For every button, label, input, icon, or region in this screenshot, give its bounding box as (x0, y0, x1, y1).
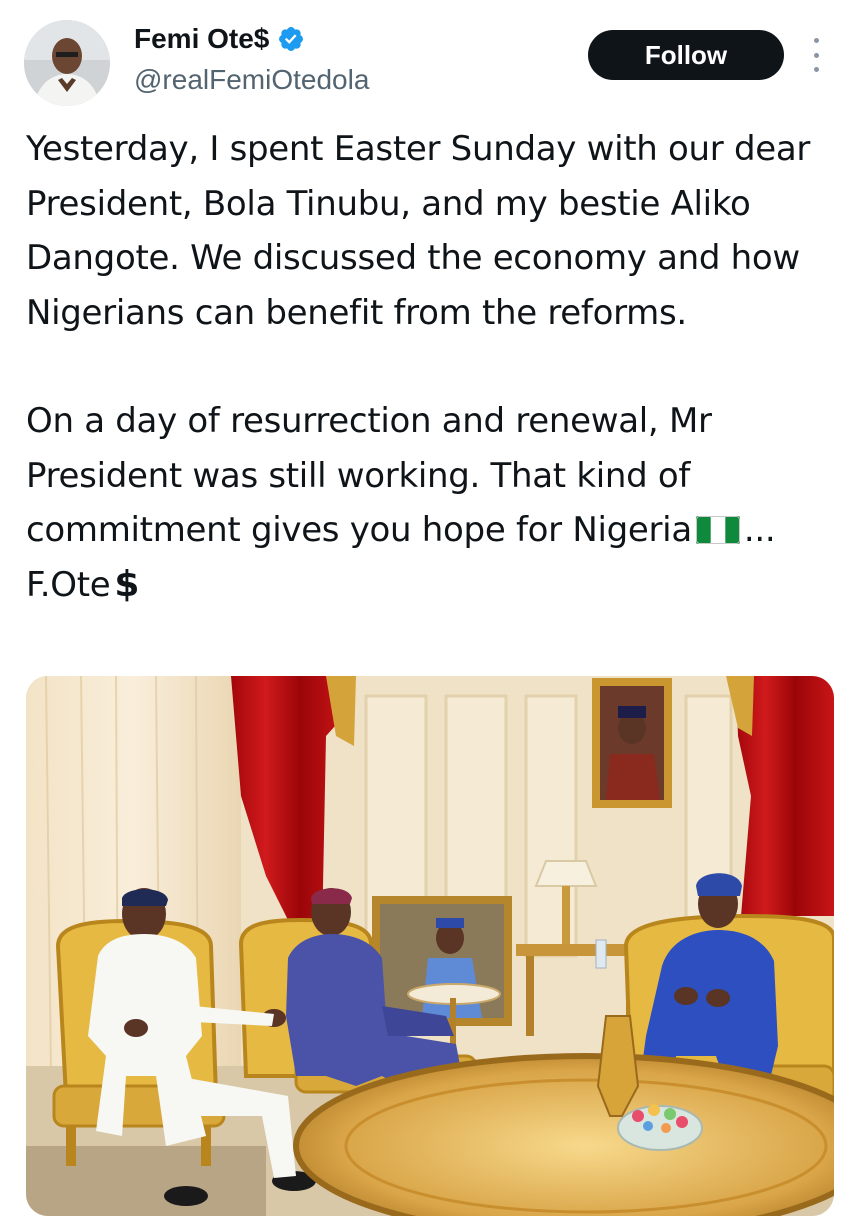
tweet-text: Yesterday, I spent Easter Sunday with ou… (26, 122, 826, 612)
tweet-paragraph-2-text: On a day of resurrection and renewal, Mr… (26, 401, 712, 550)
dot (813, 38, 819, 43)
avatar-image (24, 20, 110, 106)
author-handle[interactable]: @realFemiOtedola (134, 64, 369, 96)
dollar-sign-icon: $ (114, 563, 140, 605)
avatar[interactable] (24, 20, 110, 106)
signature-text: F.Ote (26, 564, 111, 605)
dot (813, 67, 819, 72)
tweet-header: Femi Ote$ @realFemiOtedola Follow (0, 0, 841, 110)
dot (813, 52, 819, 58)
meeting-photo (26, 676, 834, 1216)
tweet-ellipsis: ... (743, 510, 776, 550)
tweet-paragraph-2: On a day of resurrection and renewal, Mr… (26, 394, 826, 612)
verified-badge-icon (279, 27, 304, 51)
author-display-name[interactable]: Femi Ote$ (134, 22, 269, 56)
more-vertical-icon[interactable] (806, 38, 826, 72)
tweet-photo[interactable] (26, 676, 834, 1216)
author-name-row[interactable]: Femi Ote$ (134, 22, 305, 56)
nigeria-flag-icon (695, 516, 740, 544)
follow-button[interactable]: Follow (588, 30, 784, 80)
tweet-paragraph-1: Yesterday, I spent Easter Sunday with ou… (26, 129, 811, 333)
